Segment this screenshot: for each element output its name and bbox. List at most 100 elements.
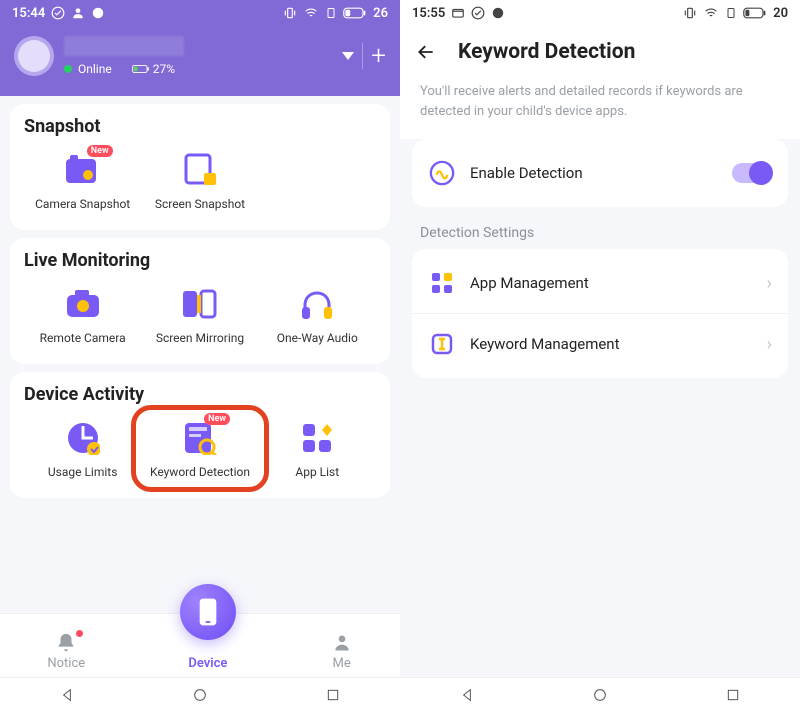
android-back-icon[interactable] (59, 687, 75, 703)
globe-icon (491, 6, 505, 20)
nav-device-label: Device (188, 656, 227, 671)
keyword-management-label: Keyword Management (470, 335, 753, 353)
camera-snapshot-button[interactable]: New Camera Snapshot (24, 149, 141, 214)
android-back-icon[interactable] (459, 687, 475, 703)
usage-limits-icon (66, 421, 100, 455)
check-icon (471, 6, 485, 20)
screen-device-dashboard: 15:44 26 Online 27% (0, 0, 400, 711)
settings-panel: App Management › Keyword Management › (412, 249, 788, 378)
status-bar: 15:44 26 (0, 0, 400, 26)
enable-detection-row[interactable]: Enable Detection (412, 143, 788, 203)
app-management-label: App Management (470, 274, 753, 292)
battery-icon (343, 6, 367, 20)
status-battery: 20 (773, 6, 788, 21)
vibrate-icon (283, 6, 297, 20)
battery-mini-icon (132, 64, 150, 74)
globe-icon (91, 6, 105, 20)
usage-limits-label: Usage Limits (48, 465, 118, 480)
keyword-management-row[interactable]: Keyword Management › (412, 313, 788, 374)
back-button[interactable] (414, 42, 438, 62)
live-monitoring-card: Live Monitoring Remote Camera Screen Mir… (10, 238, 390, 364)
status-time: 15:44 (12, 6, 45, 21)
detection-icon (429, 160, 455, 186)
status-bar: 15:55 20 (400, 0, 800, 26)
sim-icon (325, 6, 337, 20)
app-list-button[interactable]: App List (259, 417, 376, 482)
remote-camera-button[interactable]: Remote Camera (24, 283, 141, 348)
camera-snapshot-icon (64, 153, 102, 187)
wifi-icon (703, 6, 719, 20)
android-home-icon[interactable] (592, 687, 608, 703)
notification-dot-icon (76, 630, 83, 637)
status-battery: 26 (373, 6, 388, 21)
device-header: Online 27% + (0, 26, 400, 96)
device-fab[interactable] (180, 584, 236, 640)
user-icon (71, 6, 85, 20)
person-icon (332, 633, 352, 653)
page-title: Keyword Detection (458, 40, 635, 64)
android-home-icon[interactable] (192, 687, 208, 703)
avatar[interactable] (14, 36, 54, 76)
remote-camera-icon (65, 289, 101, 319)
screen-keyword-detection: 15:55 20 Keyword Detection You'll receiv… (400, 0, 800, 711)
folder-icon (451, 6, 465, 20)
chevron-right-icon: › (767, 334, 772, 355)
keyword-detection-button[interactable]: New Keyword Detection (141, 417, 258, 482)
nav-me[interactable]: Me (331, 632, 353, 677)
app-management-row[interactable]: App Management › (412, 253, 788, 313)
android-recent-icon[interactable] (325, 687, 341, 703)
nav-notice[interactable]: Notice (47, 632, 85, 677)
new-badge: New (87, 145, 113, 157)
headphones-icon (299, 287, 335, 321)
new-badge: New (204, 413, 230, 425)
app-list-icon (301, 422, 333, 454)
screen-mirroring-button[interactable]: Screen Mirroring (141, 283, 258, 348)
separator (362, 43, 363, 69)
app-list-label: App List (295, 465, 339, 480)
nav-notice-label: Notice (47, 656, 85, 671)
settings-section-label: Detection Settings (400, 207, 800, 249)
app-management-icon (430, 271, 454, 295)
android-nav-bar (0, 677, 400, 711)
nav-me-label: Me (332, 656, 350, 671)
android-recent-icon[interactable] (725, 687, 741, 703)
one-way-audio-button[interactable]: One-Way Audio (259, 283, 376, 348)
screen-mirroring-icon (181, 289, 219, 319)
status-time: 15:55 (412, 6, 445, 21)
nav-device[interactable]: Device (180, 598, 236, 677)
usage-limits-button[interactable]: Usage Limits (24, 417, 141, 482)
vibrate-icon (683, 6, 697, 20)
phone-icon (197, 597, 219, 627)
remote-camera-label: Remote Camera (40, 331, 126, 346)
chevron-down-icon[interactable] (342, 52, 354, 60)
activity-title: Device Activity (24, 384, 376, 405)
bell-icon (55, 632, 77, 654)
battery-icon (743, 6, 767, 20)
wifi-icon (303, 6, 319, 20)
screen-snapshot-label: Screen Snapshot (155, 197, 245, 212)
screen-mirroring-label: Screen Mirroring (156, 331, 244, 346)
keyword-detection-icon (183, 421, 217, 455)
check-icon (51, 6, 65, 20)
enable-toggle[interactable] (732, 163, 772, 183)
chevron-right-icon: › (767, 273, 772, 294)
device-battery: 27% (153, 62, 175, 76)
page-description: You'll receive alerts and detailed recor… (400, 78, 800, 139)
camera-snapshot-label: Camera Snapshot (35, 197, 130, 212)
online-dot-icon (64, 65, 72, 73)
enable-label: Enable Detection (470, 164, 718, 182)
device-activity-card: Device Activity Usage Limits New Keyword… (10, 372, 390, 498)
online-label: Online (78, 62, 112, 76)
snapshot-card: Snapshot New Camera Snapshot Screen Snap… (10, 104, 390, 230)
one-way-audio-label: One-Way Audio (277, 331, 358, 346)
screen-snapshot-icon (182, 153, 218, 187)
bottom-nav: Notice Device Me (0, 613, 400, 677)
screen-snapshot-button[interactable]: Screen Snapshot (141, 149, 258, 214)
keyword-management-icon (430, 332, 454, 356)
keyword-detection-label: Keyword Detection (150, 465, 250, 480)
enable-panel: Enable Detection (412, 139, 788, 207)
add-device-button[interactable]: + (371, 43, 386, 69)
live-title: Live Monitoring (24, 250, 376, 271)
page-header: Keyword Detection (400, 26, 800, 78)
arrow-left-icon (414, 42, 438, 62)
